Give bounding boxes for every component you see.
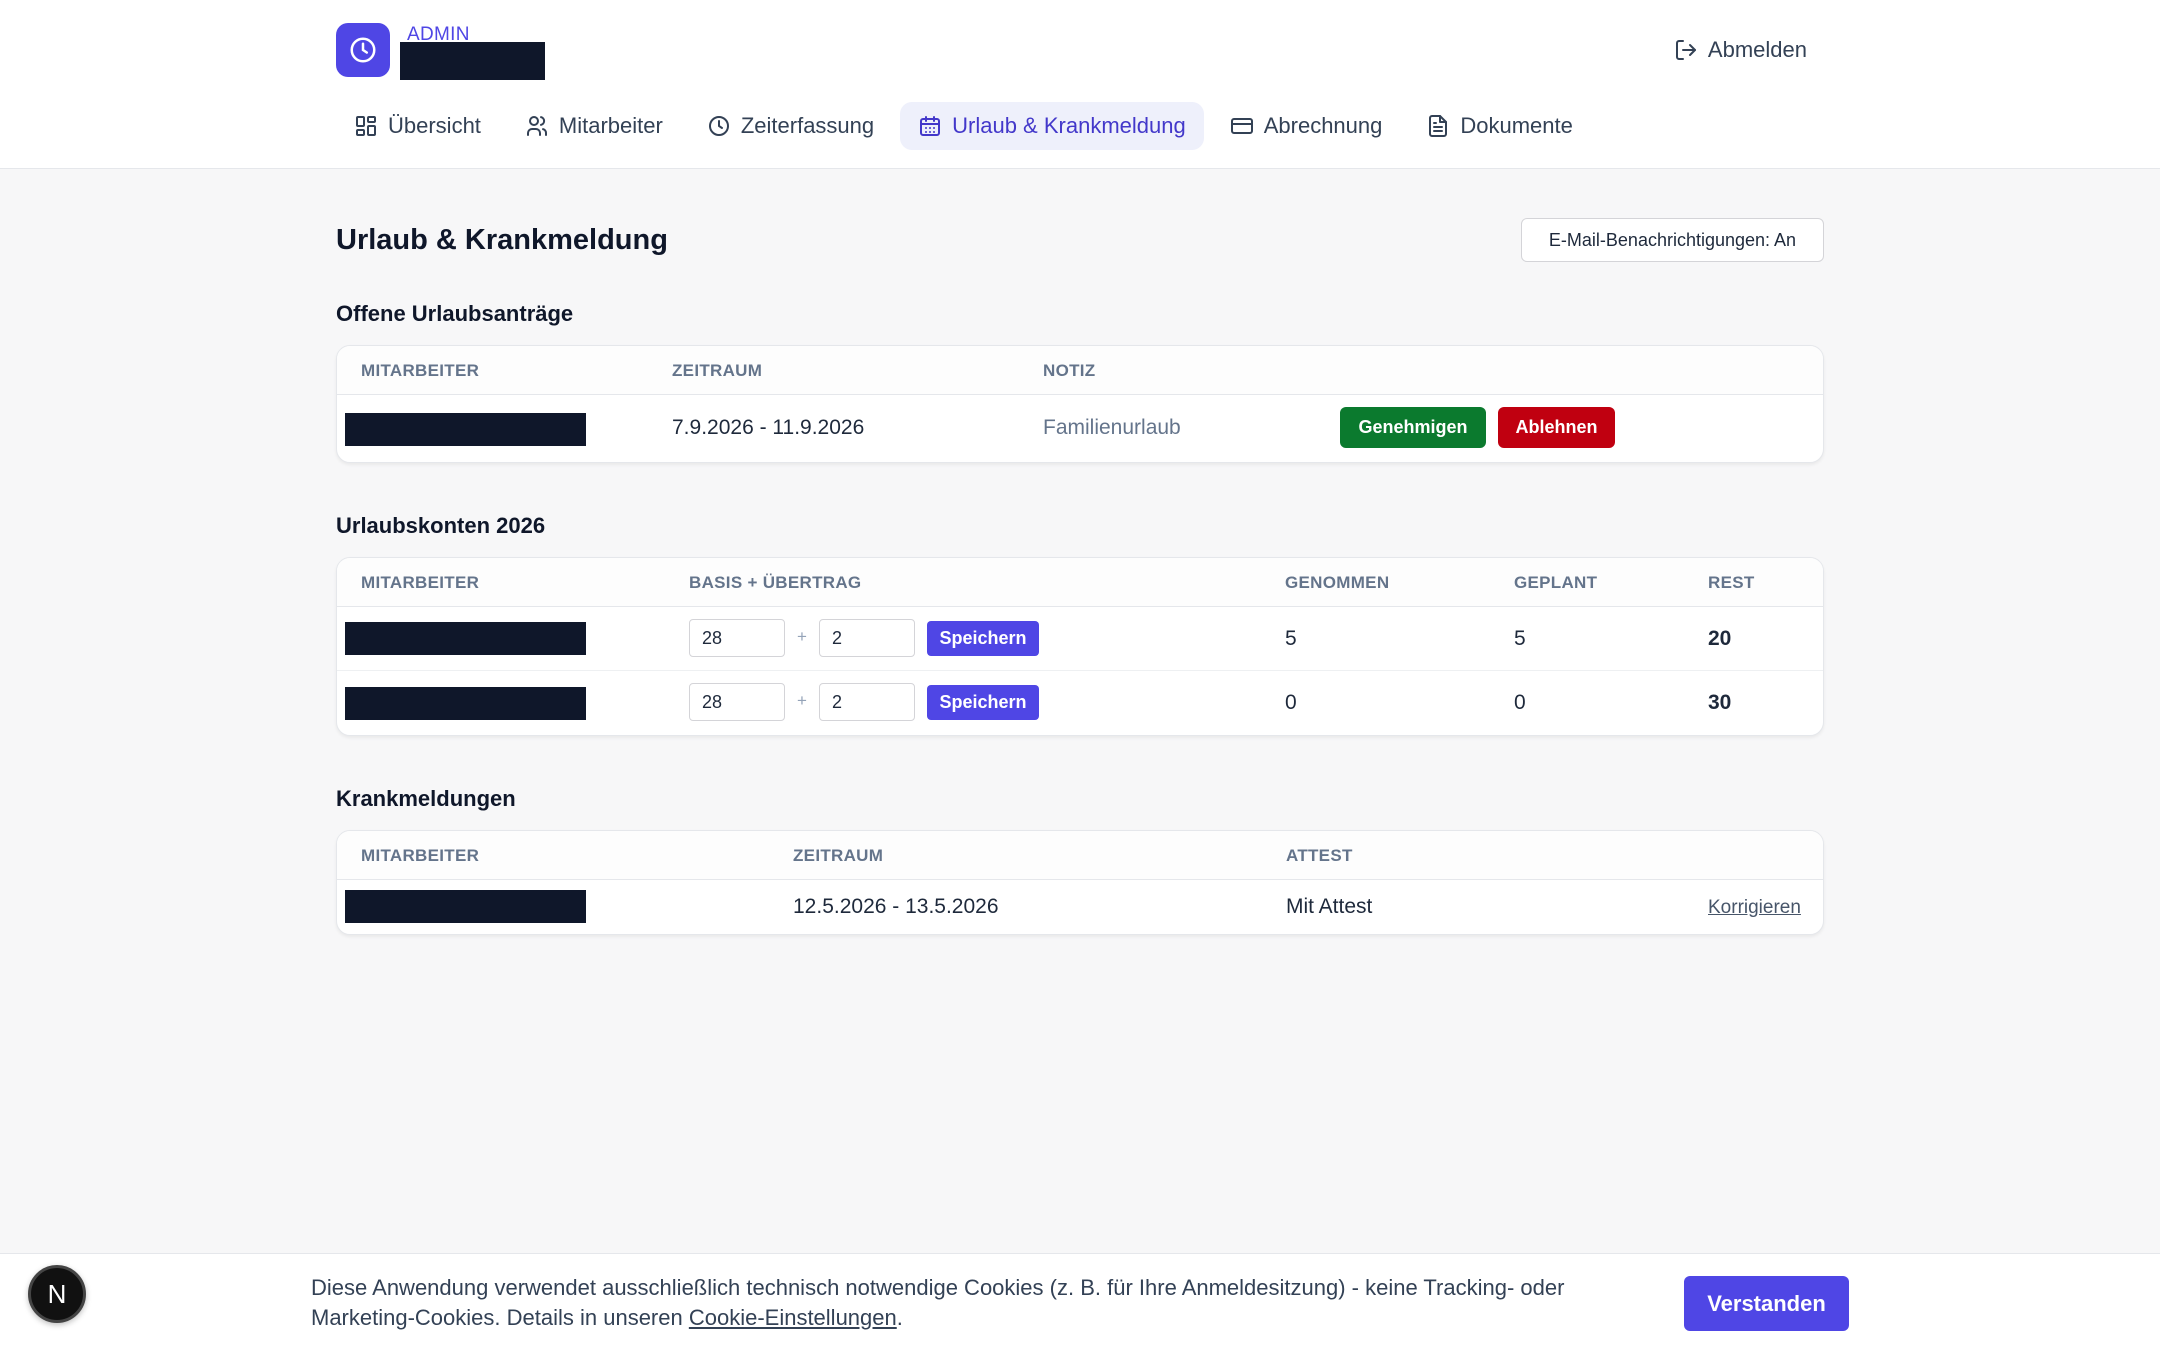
column-header: MITARBEITER xyxy=(361,361,480,380)
cookie-settings-link[interactable]: Cookie-Einstellungen xyxy=(689,1305,897,1330)
column-header: MITARBEITER xyxy=(361,846,480,865)
column-header: MITARBEITER xyxy=(361,573,480,592)
tab-mitarbeiter[interactable]: Mitarbeiter xyxy=(507,102,681,150)
logout-icon xyxy=(1675,40,1696,60)
grid-icon xyxy=(356,116,376,136)
tab-abrechnung[interactable]: Abrechnung xyxy=(1212,102,1401,150)
column-header: GEPLANT xyxy=(1514,573,1598,592)
users-icon xyxy=(526,116,547,136)
vacation-accounts-table: MITARBEITER BASIS + ÜBERTRAG GENOMMEN GE… xyxy=(336,557,1824,736)
tab-label: Dokumente xyxy=(1460,113,1573,138)
calendar-icon xyxy=(920,116,941,136)
taken-days: 0 xyxy=(1285,691,1297,714)
tab-label: Mitarbeiter xyxy=(558,113,663,138)
table-row: + Speichern 0 0 30 xyxy=(337,671,1823,735)
employee-name-redacted xyxy=(345,890,586,923)
app-logo xyxy=(336,23,390,77)
carryover-days-input[interactable] xyxy=(819,619,915,657)
save-button[interactable]: Speichern xyxy=(927,685,1039,720)
request-period: 7.9.2026 - 11.9.2026 xyxy=(672,416,865,439)
credit-card-icon xyxy=(1230,118,1253,134)
column-header: REST xyxy=(1708,573,1755,592)
tab-uebersicht[interactable]: Übersicht xyxy=(336,102,499,150)
correct-link[interactable]: Korrigieren xyxy=(1708,897,1801,919)
column-header: NOTIZ xyxy=(1043,361,1096,380)
sick-notes-title: Krankmeldungen xyxy=(336,786,516,811)
table-header: MITARBEITER ZEITRAUM ATTEST xyxy=(337,831,1823,880)
employee-name-redacted xyxy=(345,687,586,720)
table-header: MITARBEITER ZEITRAUM NOTIZ xyxy=(337,346,1823,395)
table-row: 12.5.2026 - 13.5.2026 Mit Attest Korrigi… xyxy=(337,880,1823,934)
page-title: Urlaub & Krankmeldung xyxy=(336,224,668,256)
column-header: BASIS + ÜBERTRAG xyxy=(689,573,862,592)
tab-label: Urlaub & Krankmeldung xyxy=(952,113,1186,138)
request-note: Familienurlaub xyxy=(1043,416,1181,439)
accept-cookies-button[interactable]: Verstanden xyxy=(1684,1276,1849,1331)
cookie-text: Diese Anwendung verwendet ausschließlich… xyxy=(311,1273,1671,1333)
dev-tools-badge[interactable]: N xyxy=(28,1265,86,1323)
plus-sign: + xyxy=(797,691,807,710)
tab-label: Abrechnung xyxy=(1263,113,1383,138)
logout-button[interactable]: Abmelden xyxy=(1674,37,1807,63)
carryover-days-input[interactable] xyxy=(819,683,915,721)
open-requests-table: MITARBEITER ZEITRAUM NOTIZ 7.9.2026 - 11… xyxy=(336,345,1824,463)
company-name-redacted xyxy=(400,42,545,80)
column-header: ATTEST xyxy=(1286,846,1353,865)
remaining-days: 20 xyxy=(1708,627,1732,650)
base-days-input[interactable] xyxy=(689,619,785,657)
tab-dokumente[interactable]: Dokumente xyxy=(1408,102,1591,150)
remaining-days: 30 xyxy=(1708,691,1732,714)
certificate-status: Mit Attest xyxy=(1286,895,1373,918)
plus-sign: + xyxy=(797,627,807,646)
cookie-message: Diese Anwendung verwendet ausschließlich… xyxy=(311,1275,1565,1330)
employee-name-redacted xyxy=(345,622,586,655)
employee-name-redacted xyxy=(345,413,586,446)
tab-label: Zeiterfassung xyxy=(740,113,875,138)
table-header: MITARBEITER BASIS + ÜBERTRAG GENOMMEN GE… xyxy=(337,558,1823,607)
cookie-suffix: . xyxy=(896,1305,903,1330)
planned-days: 0 xyxy=(1514,691,1526,714)
tab-label: Übersicht xyxy=(388,113,481,138)
sick-notes-table: MITARBEITER ZEITRAUM ATTEST 12.5.2026 - … xyxy=(336,830,1824,935)
table-row: + Speichern 5 5 20 xyxy=(337,607,1823,671)
tab-zeiterfassung[interactable]: Zeiterfassung xyxy=(689,102,892,150)
main-nav: Übersicht Mitarbeiter Zeiterfassung Urla… xyxy=(336,102,1591,150)
save-button[interactable]: Speichern xyxy=(927,621,1039,656)
clock-icon xyxy=(350,37,376,63)
reject-button[interactable]: Ablehnen xyxy=(1498,407,1615,448)
app-header: ADMIN Abmelden Übersicht Mitarbeiter Zei… xyxy=(0,0,2160,169)
column-header: ZEITRAUM xyxy=(793,846,884,865)
logout-label: Abmelden xyxy=(1707,37,1807,62)
planned-days: 5 xyxy=(1514,627,1526,650)
base-days-input[interactable] xyxy=(689,683,785,721)
clock-icon xyxy=(708,116,729,136)
email-notifications-toggle[interactable]: E-Mail-Benachrichtigungen: An xyxy=(1521,218,1824,262)
table-row: 7.9.2026 - 11.9.2026 Familienurlaub Gene… xyxy=(337,395,1823,461)
taken-days: 5 xyxy=(1285,627,1297,650)
column-header: GENOMMEN xyxy=(1285,573,1390,592)
tab-urlaub-krankmeldung[interactable]: Urlaub & Krankmeldung xyxy=(900,102,1204,150)
cookie-banner: Diese Anwendung verwendet ausschließlich… xyxy=(0,1253,2160,1350)
approve-button[interactable]: Genehmigen xyxy=(1340,407,1486,448)
vacation-accounts-title: Urlaubskonten 2026 xyxy=(336,513,546,538)
column-header: ZEITRAUM xyxy=(672,361,763,380)
open-requests-title: Offene Urlaubsanträge xyxy=(336,301,574,326)
sick-period: 12.5.2026 - 13.5.2026 xyxy=(793,895,999,918)
document-icon xyxy=(1429,115,1448,137)
